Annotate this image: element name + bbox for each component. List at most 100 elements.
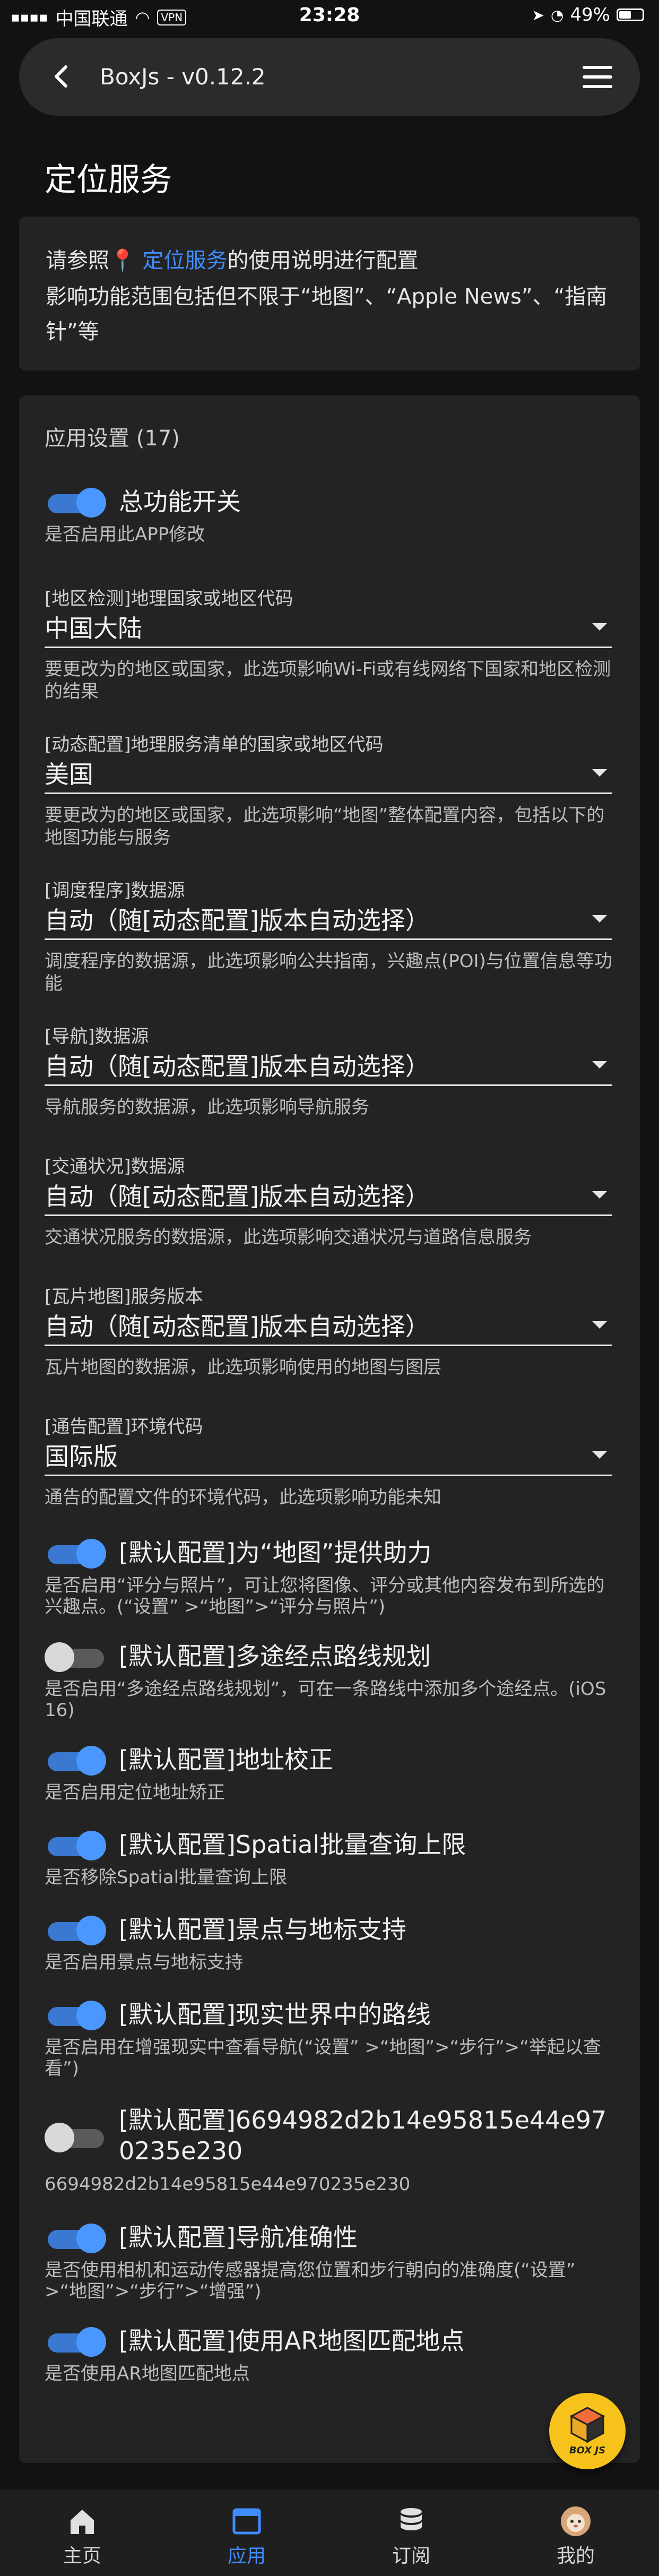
intro-line-2: 影响功能范围包括但不限于“地图”、“Apple News”、“指南针”等 [46,285,608,344]
toggle-label: [默认配置]使用AR地图匹配地点 [119,2327,465,2355]
toggle-switch[interactable] [45,1744,108,1776]
hamburger-icon[interactable] [582,63,613,91]
location-service-link[interactable]: 定位服务 [143,248,228,273]
app-bar: BoxJs - v0.12.2 [19,38,640,116]
boxjs-fab[interactable]: BOX JS [549,2393,626,2469]
intro-card: 请参照📍 定位服务的使用说明进行配置 影响功能范围包括但不限于“地图”、“App… [19,217,640,371]
toggle-desc: 是否使用相机和运动传感器提高您位置和步行朝向的准确度(“设置” >“地图”>“步… [45,2260,576,2302]
nav-subscriptions[interactable]: 订阅 [329,2489,493,2576]
field-value: 自动（随[动态配置]版本自动选择） [45,1182,430,1211]
toggle-label: [默认配置]Spatial批量查询上限 [119,1830,466,1859]
avatar-icon [561,2506,591,2536]
nav-label: 订阅 [392,2545,430,2567]
toggle-label: [默认配置]多途经点路线规划 [119,1642,431,1670]
toggle-label: [默认配置]地址校正 [119,1745,333,1774]
toggle-switch[interactable] [45,2325,108,2357]
toggle-desc: 是否启用定位地址矫正 [45,1782,225,1803]
dropdown-arrow-icon[interactable] [592,1191,607,1199]
master-switch-desc: 是否启用此APP修改 [45,524,205,545]
toggle-switch[interactable] [45,2121,108,2152]
field-desc: 通告的配置文件的环境代码，此选项影响功能未知 [45,1487,441,1508]
dropdown-arrow-icon[interactable] [592,623,607,631]
intro-prefix: 请参照 [46,248,109,273]
toggle-desc: 6694982d2b14e95815e44e970235e230 [45,2174,411,2195]
field-underline [45,792,612,794]
field-label: [调度程序]数据源 [45,880,185,901]
nav-profile[interactable]: 我的 [493,2489,658,2576]
toggle-switch[interactable] [45,2221,108,2253]
battery-percent: 49% [570,4,610,25]
toggle-switch[interactable] [45,1640,108,1672]
battery-icon [617,8,644,21]
field-underline [45,938,612,940]
field-desc: 要更改为的地区或国家，此选项影响“地图”整体配置内容，包括以下的地图功能与服务 [45,805,605,848]
dropdown-arrow-icon[interactable] [592,769,607,777]
dropdown-arrow-icon[interactable] [592,1451,607,1459]
field-label: [通告配置]环境代码 [45,1416,203,1437]
toggle-desc: 是否启用景点与地标支持 [45,1952,243,1973]
field-value: 自动（随[动态配置]版本自动选择） [45,1052,430,1081]
field-label: [动态配置]地理服务清单的国家或地区代码 [45,734,384,755]
field-desc: 导航服务的数据源，此选项影响导航服务 [45,1097,369,1118]
location-arrow-icon: ➤ [532,6,544,24]
nav-apps[interactable]: 应用 [164,2489,329,2576]
toggle-desc: 是否启用在增强现实中查看导航(“设置” >“地图”>“步行”>“举起以查看”) [45,2037,601,2079]
toggle-desc: 是否使用AR地图匹配地点 [45,2363,250,2384]
toggle-desc: 是否启用“多途经点路线规划”，可在一条路线中添加多个途经点。(iOS 16) [45,1678,606,1721]
dropdown-arrow-icon[interactable] [592,1321,607,1329]
toggle-label: [默认配置]景点与地标支持 [119,1915,406,1944]
boxjs-logo-icon [569,2407,605,2443]
pin-icon: 📍 [109,248,136,273]
app-window-icon [232,2508,261,2535]
field-underline [45,1475,612,1476]
toggle-switch[interactable] [45,1537,108,1569]
field-value: 自动（随[动态配置]版本自动选择） [45,906,430,935]
master-toggle[interactable] [45,486,108,518]
alarm-icon: ◔ [550,6,564,24]
master-switch-label: 总功能开关 [119,487,241,516]
fab-text: BOX JS [569,2445,606,2456]
nav-label: 主页 [63,2545,101,2567]
toggle-label: [默认配置]导航准确性 [119,2223,358,2252]
settings-title: 应用设置 (17) [45,426,180,451]
field-value: 国际版 [45,1442,118,1471]
toggle-switch[interactable] [45,1998,108,2030]
database-icon [401,2508,422,2530]
field-value: 中国大陆 [45,614,142,643]
field-desc: 调度程序的数据源，此选项影响公共指南，兴趣点(POI)与位置信息等功能 [45,951,612,994]
toggle-label: [默认配置]为“地图”提供助力 [119,1538,432,1567]
field-underline [45,1084,612,1086]
intro-line-1: 请参照📍 定位服务的使用说明进行配置 [46,243,419,274]
toggle-desc: 是否移除Spatial批量查询上限 [45,1867,288,1888]
toggle-switch[interactable] [45,1914,108,1945]
field-label: [地区检测]地理国家或地区代码 [45,588,293,609]
status-right: ➤ ◔ 49% [532,4,644,25]
field-desc: 要更改为的地区或国家，此选项影响Wi-Fi或有线网络下国家和地区检测的结果 [45,659,611,702]
app-title: BoxJs - v0.12.2 [100,64,266,90]
status-bar: ▪▪▪▪ 中国联通 ◠ VPN 23:28 ➤ ◔ 49% [0,0,659,33]
chevron-left-icon[interactable] [46,61,77,92]
bottom-nav: 主页 应用 订阅 我的 [0,2489,659,2576]
dropdown-arrow-icon[interactable] [592,1061,607,1069]
toggle-switch[interactable] [45,1829,108,1860]
dropdown-arrow-icon[interactable] [592,915,607,923]
field-desc: 交通状况服务的数据源，此选项影响交通状况与道路信息服务 [45,1227,532,1248]
field-underline [45,1214,612,1216]
field-underline [45,1345,612,1346]
nav-home[interactable]: 主页 [0,2489,164,2576]
field-desc: 瓦片地图的数据源，此选项影响使用的地图与图层 [45,1357,441,1378]
field-underline [45,647,612,648]
field-value: 自动（随[动态配置]版本自动选择） [45,1312,430,1341]
settings-card: 应用设置 (17) 总功能开关 是否启用此APP修改 [地区检测]地理国家或地区… [19,395,640,2463]
intro-suffix: 的使用说明进行配置 [227,248,419,273]
toggle-label: [默认配置]现实世界中的路线 [119,2000,431,2029]
toggle-label: [默认配置]6694982d2b14e95815e44e970235e230 [119,2106,607,2165]
field-label: [导航]数据源 [45,1026,149,1047]
field-label: [交通状况]数据源 [45,1156,185,1177]
field-value: 美国 [45,760,93,789]
page-title: 定位服务 [45,161,172,199]
nav-label: 我的 [556,2545,595,2567]
home-icon [71,2510,94,2534]
field-label: [瓦片地图]服务版本 [45,1286,203,1307]
toggle-desc: 是否启用“评分与照片”，可让您将图像、评分或其他内容发布到所选的兴趣点。(“设置… [45,1575,605,1617]
